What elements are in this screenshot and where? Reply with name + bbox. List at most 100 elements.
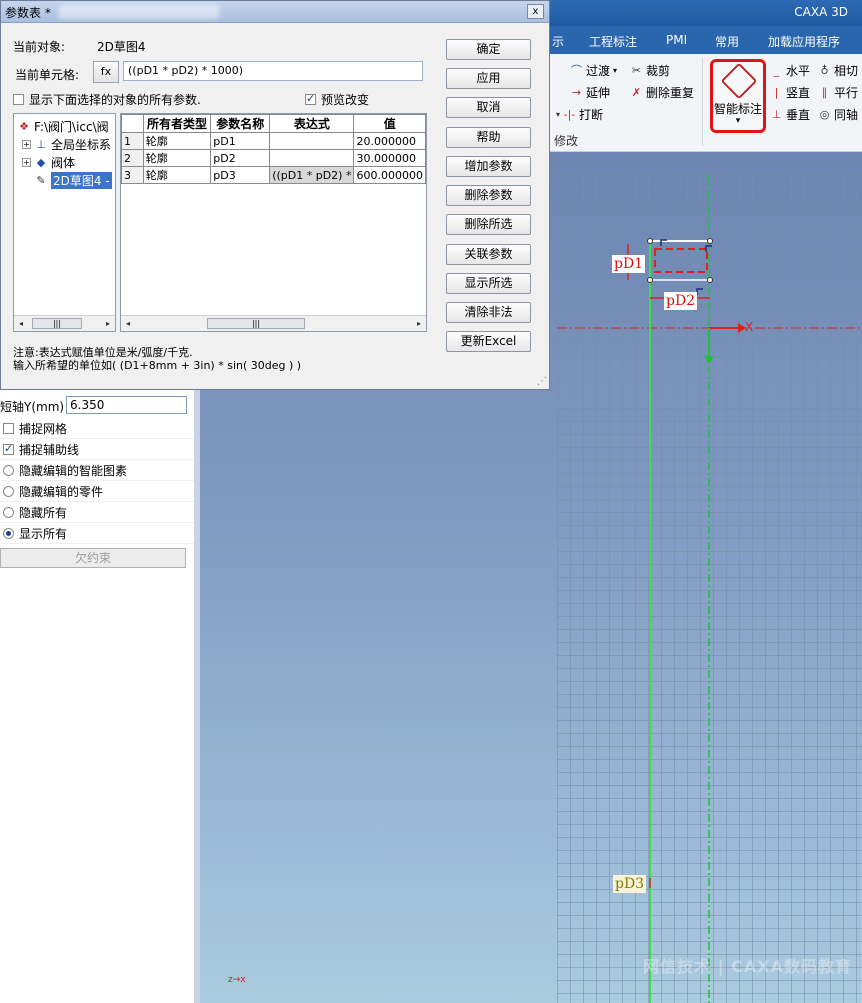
expand-icon[interactable]: +: [22, 158, 31, 167]
tab-load-applications[interactable]: 加载应用程序: [768, 33, 840, 50]
name-cell[interactable]: pD2: [210, 149, 271, 167]
scroll-right-icon[interactable]: ▸: [413, 318, 425, 329]
owner-cell[interactable]: 轮廓: [142, 132, 212, 150]
clear-illegal-button[interactable]: 清除非法: [446, 302, 531, 323]
value-cell[interactable]: 20.000000: [353, 132, 426, 150]
scroll-left-icon[interactable]: ◂: [15, 318, 27, 329]
scroll-left-icon[interactable]: ◂: [122, 318, 134, 329]
show-all-params-option[interactable]: 显示下面选择的对象的所有参数.: [13, 91, 201, 108]
delete-parameter-button[interactable]: 删除参数: [446, 185, 531, 206]
col-header-value[interactable]: 值: [353, 114, 426, 133]
snap-grid-option[interactable]: 捕捉网格: [0, 418, 194, 439]
show-all-params-checkbox[interactable]: [13, 94, 24, 105]
owner-cell[interactable]: 轮廓: [142, 149, 212, 167]
name-cell[interactable]: pD1: [210, 132, 271, 150]
sketch-properties-panel: 短轴Y(mm) 6.350 捕捉网格 捕捉辅助线 隐藏编辑的智能图素 隐藏编辑的…: [0, 390, 200, 1003]
tab-pmi[interactable]: PMI: [666, 33, 687, 47]
perpendicular-constraint-button[interactable]: ⊥ 垂直: [770, 106, 810, 123]
row-number[interactable]: 1: [121, 132, 144, 150]
name-cell[interactable]: pD3: [210, 166, 271, 184]
show-all-params-label: 显示下面选择的对象的所有参数.: [29, 93, 201, 107]
under-constrained-button[interactable]: 欠约束: [0, 548, 186, 568]
expression-cell[interactable]: [269, 132, 355, 150]
close-icon[interactable]: x: [527, 4, 544, 19]
trim-label: 裁剪: [646, 64, 671, 78]
tree-item-sketch[interactable]: ✎ 2D草图4 -: [34, 172, 112, 189]
row-number[interactable]: 2: [121, 149, 144, 167]
tab-partial[interactable]: 示: [552, 33, 564, 50]
tangent-constraint-button[interactable]: ♁ 相切: [818, 62, 858, 79]
horizontal-constraint-button[interactable]: _ 水平: [770, 62, 810, 79]
delete-selected-button[interactable]: 删除所选: [446, 214, 531, 235]
table-hscroll[interactable]: ◂ ||| ▸: [121, 315, 426, 331]
hide-all-label: 隐藏所有: [19, 505, 68, 520]
tree-item-valve-body[interactable]: + ◆ 阀体: [22, 154, 75, 171]
owner-cell[interactable]: 轮廓: [142, 166, 212, 184]
tab-common[interactable]: 常用: [715, 33, 739, 50]
transition-button[interactable]: ⌒ 过渡 ▾: [570, 62, 617, 79]
tree-hscroll[interactable]: ◂ ||| ▸: [14, 315, 115, 331]
snap-guides-option[interactable]: 捕捉辅助线: [0, 439, 194, 460]
hide-edited-smart-option[interactable]: 隐藏编辑的智能图素: [0, 460, 194, 481]
cancel-button[interactable]: 取消: [446, 97, 531, 118]
add-parameter-button[interactable]: 增加参数: [446, 156, 531, 177]
hide-all-radio[interactable]: [3, 506, 14, 518]
extend-button[interactable]: → 延伸: [570, 84, 610, 101]
pd2-dimension-label[interactable]: pD2: [664, 292, 698, 310]
scroll-thumb[interactable]: |||: [32, 318, 82, 329]
value-cell[interactable]: 30.000000: [353, 149, 426, 167]
row-number[interactable]: 3: [121, 166, 144, 184]
hide-edited-smart-radio[interactable]: [3, 464, 14, 476]
preview-change-checkbox[interactable]: [305, 92, 316, 105]
parallel-icon: ∥: [821, 86, 828, 99]
scroll-right-icon[interactable]: ▸: [102, 318, 114, 329]
link-parameter-button[interactable]: 关联参数: [446, 244, 531, 265]
show-all-radio[interactable]: [3, 527, 14, 539]
show-selected-button[interactable]: 显示所选: [446, 273, 531, 294]
help-button[interactable]: 帮助: [446, 127, 531, 148]
hide-edited-part-radio[interactable]: [3, 485, 14, 497]
resize-grip-icon[interactable]: ⋰: [537, 376, 547, 387]
col-header-expression[interactable]: 表达式: [269, 114, 355, 133]
show-all-option[interactable]: 显示所有: [0, 523, 194, 544]
preview-change-option[interactable]: 预览改变: [305, 91, 369, 108]
tree-item-global-cs[interactable]: + ⊥ 全局坐标系: [22, 136, 111, 153]
delete-duplicate-button[interactable]: ✗ 删除重复: [630, 84, 694, 101]
dialog-title-bar[interactable]: 参数表 * x: [1, 1, 549, 23]
fx-button[interactable]: fx: [93, 61, 119, 83]
snap-grid-checkbox[interactable]: [3, 422, 14, 434]
horizontal-icon: _: [773, 64, 780, 77]
coaxial-constraint-button[interactable]: ◎ 同轴: [818, 106, 858, 123]
trim-button[interactable]: ✂ 裁剪: [630, 62, 670, 79]
dialog-title: 参数表 *: [5, 6, 51, 20]
ok-button[interactable]: 确定: [446, 39, 531, 60]
current-cell-input[interactable]: ((pD1 * pD2) * 1000): [123, 61, 423, 81]
object-tree[interactable]: ❖ F:\阀门\icc\阀 + ⊥ 全局坐标系 + ◆ 阀体 ✎ 2D草图4 -…: [13, 113, 116, 332]
tab-engineering-annotation[interactable]: 工程标注: [589, 33, 637, 50]
pd1-dimension-label[interactable]: pD1: [612, 255, 646, 273]
parameter-table[interactable]: 所有者类型 参数名称 表达式 值 1 轮廓 pD1 20.000000 2 轮廓…: [120, 113, 427, 332]
update-excel-button[interactable]: 更新Excel: [446, 331, 531, 352]
smart-dimension-button[interactable]: 智能标注 ▾: [710, 59, 766, 133]
snap-guides-checkbox[interactable]: [3, 442, 14, 455]
apply-button[interactable]: 应用: [446, 68, 531, 89]
tree-item-root[interactable]: ❖ F:\阀门\icc\阀: [17, 118, 109, 135]
short-axis-input[interactable]: 6.350: [66, 396, 187, 414]
expand-icon[interactable]: +: [22, 140, 31, 149]
coordinate-system-icon: ⊥: [36, 137, 46, 151]
expression-cell[interactable]: ((pD1 * pD2) *: [269, 166, 355, 184]
scroll-thumb[interactable]: |||: [207, 318, 305, 329]
group-separator: [702, 58, 703, 146]
x-axis-label: X: [745, 320, 754, 334]
hide-all-option[interactable]: 隐藏所有: [0, 502, 194, 523]
value-cell[interactable]: 600.000000: [353, 166, 426, 184]
vertical-constraint-button[interactable]: | 竖直: [770, 84, 810, 101]
break-button[interactable]: ▾ -|- 打断: [556, 106, 603, 123]
pd3-dimension-label[interactable]: pD3: [613, 875, 647, 893]
expression-cell[interactable]: [269, 149, 355, 167]
col-header-name[interactable]: 参数名称: [210, 114, 271, 133]
parallel-constraint-button[interactable]: ∥ 平行: [818, 84, 858, 101]
col-header-owner[interactable]: 所有者类型: [142, 114, 212, 133]
hide-edited-part-option[interactable]: 隐藏编辑的零件: [0, 481, 194, 502]
table-row: 1 轮廓 pD1 20.000000: [121, 132, 426, 150]
